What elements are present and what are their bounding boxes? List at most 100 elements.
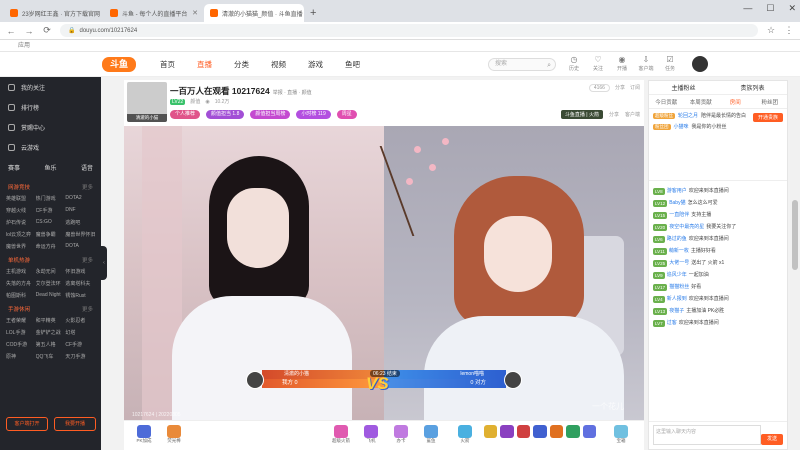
chat-username[interactable]: 一直陪伴 [669, 212, 689, 219]
nav-video[interactable]: 视频 [271, 59, 286, 70]
user-avatar[interactable] [692, 56, 708, 72]
send-button[interactable]: 发送 [761, 434, 783, 445]
nav-game[interactable]: 游戏 [308, 59, 323, 70]
sidebar-item-match[interactable]: 赛事 [8, 163, 20, 172]
game-link[interactable]: DOTA [65, 243, 95, 250]
minimize-icon[interactable]: — [743, 3, 752, 14]
tab-today[interactable]: 今日贡献 [649, 98, 684, 106]
sidebar-item-cloudgame[interactable]: 云游戏 [0, 137, 101, 157]
game-link[interactable]: 天刀手游 [65, 353, 95, 360]
chat-username[interactable]: 游客用户 [667, 188, 687, 195]
share-link[interactable]: 分享 [615, 84, 625, 92]
chat-username[interactable]: 夜空中最亮的星 [669, 224, 704, 231]
broadcast-button[interactable]: ◉ 开播 [614, 55, 630, 72]
nav-category[interactable]: 分类 [234, 59, 249, 70]
game-link[interactable]: 幻塔 [65, 329, 95, 336]
follow-button[interactable]: ♡ 关注 [590, 55, 606, 72]
video-player[interactable]: 一个花儿 10217624 | 20220305 清澈的小猫 lemon喵喵 我… [124, 126, 644, 420]
sidebar-item-voice[interactable]: 语音 [81, 163, 93, 172]
game-link[interactable]: COD手游 [6, 341, 36, 348]
more-link[interactable]: 更多 [82, 183, 93, 191]
game-link[interactable]: 命运方舟 [36, 243, 66, 250]
game-link[interactable]: 王者荣耀 [6, 317, 36, 324]
rank-row[interactable]: 粉丝团 小猫咪 我是你的小粉丝 [653, 123, 783, 130]
new-tab-button[interactable]: + [304, 4, 322, 22]
sidebar-item-follow[interactable]: 我的关注 [0, 77, 101, 97]
tab-host-fans[interactable]: 主播粉丝 [649, 83, 718, 92]
chat-username[interactable]: 猫猫粉丝 [669, 284, 689, 291]
chat-username[interactable]: 过客 [667, 320, 677, 327]
chat-username[interactable]: 新人报到 [667, 296, 687, 303]
tab-week[interactable]: 本周贡献 [684, 98, 719, 106]
game-link[interactable]: 魔兽争霸 [36, 231, 66, 238]
task-button[interactable]: ☑ 任务 [662, 55, 678, 72]
room-category[interactable]: 颜值 [190, 98, 200, 105]
nav-yuba[interactable]: 鱼吧 [345, 59, 360, 70]
room-tag[interactable]: 个人推荐 [170, 110, 201, 119]
gift-item[interactable]: 飞机 [360, 425, 382, 447]
tab-room[interactable]: 房间 [718, 98, 753, 106]
game-link[interactable]: LOL手游 [6, 329, 36, 336]
game-link[interactable]: 帕图斯科 [6, 292, 36, 299]
game-link[interactable]: 逃离塔科夫 [65, 280, 95, 287]
gift-item[interactable]: 办卡 [390, 425, 412, 447]
url-field[interactable]: 🔒 douyu.com/10217624 [60, 24, 758, 37]
game-link[interactable]: 怀旧游戏 [65, 268, 95, 275]
chat-username[interactable]: 大佬一号 [669, 260, 689, 267]
game-link[interactable]: Dead Night [36, 292, 66, 299]
room-tag[interactable]: 颜值担当周榜 [250, 110, 291, 119]
room-tag[interactable]: 周星 [336, 110, 357, 119]
game-link[interactable]: CF手游 [65, 341, 95, 348]
reload-icon[interactable]: ⟳ [42, 25, 52, 36]
game-link[interactable]: 第五人格 [36, 341, 66, 348]
nav-live[interactable]: 直播 [197, 59, 212, 70]
search-icon[interactable]: ⌕ [547, 60, 551, 71]
tab-fanclub[interactable]: 粉丝团 [753, 98, 788, 106]
game-link[interactable]: DNF [65, 207, 95, 214]
gift-item[interactable]: 鲨鱼 [420, 425, 442, 447]
game-link[interactable]: 逃跑吧 [65, 219, 95, 226]
share-button[interactable]: 分享 [609, 111, 619, 118]
open-client-button[interactable]: 客户端打开 [6, 417, 48, 431]
back-icon[interactable]: ← [6, 26, 16, 36]
browser-tab[interactable]: 23岁网红王鑫 · 官方下载官网✕ [4, 4, 104, 22]
maximize-icon[interactable]: ☐ [766, 3, 774, 14]
event-banner[interactable]: 斗鱼直播 | 火箭 [560, 110, 603, 119]
more-link[interactable]: 更多 [82, 256, 93, 264]
game-link[interactable]: 和平精英 [36, 317, 66, 324]
close-window-icon[interactable]: ✕ [788, 3, 796, 14]
forward-icon[interactable]: → [24, 26, 34, 36]
chat-username[interactable]: 追风少年 [667, 272, 687, 279]
scroll-thumb[interactable] [792, 200, 798, 270]
open-noble-button[interactable]: 开通贵族 [752, 113, 783, 122]
game-link[interactable]: 穿越火线 [6, 207, 36, 214]
room-tag[interactable]: 小时榜 119 [296, 110, 331, 119]
pk-right-avatar[interactable] [504, 371, 522, 389]
host-avatar[interactable]: 清澈的小猫 [127, 82, 167, 122]
game-link[interactable]: 锈蚀Rust [65, 292, 95, 299]
star-icon[interactable]: ☆ [766, 25, 776, 36]
game-link[interactable]: CS:GO [36, 219, 66, 226]
chat-username[interactable]: 夜猫子 [669, 308, 684, 315]
sidebar-item-reward[interactable]: 赏赐中心 [0, 117, 101, 137]
game-link[interactable]: 主机游戏 [6, 268, 36, 275]
game-link[interactable]: 艾尔登法环 [36, 280, 66, 287]
menu-icon[interactable]: ⋮ [784, 25, 794, 36]
game-link[interactable]: 火影忍者 [65, 317, 95, 324]
browser-tab-active[interactable]: 清澈的小猫猫_颜值 · 斗鱼直播✕ [204, 4, 304, 22]
nav-home[interactable]: 首页 [160, 59, 175, 70]
subscribe-link[interactable]: 订阅 [630, 84, 640, 92]
client-link[interactable]: 客户端 [625, 111, 640, 118]
gift-item[interactable]: 超级火箭 [330, 425, 352, 447]
gift-strip[interactable] [484, 425, 596, 447]
search-input[interactable]: 搜索 ⌕ [488, 58, 556, 71]
douyu-logo[interactable]: 斗鱼 [102, 57, 136, 72]
chat-username[interactable]: Baby猫 [669, 200, 685, 207]
gift-item[interactable]: 火箭 [454, 425, 476, 447]
sidebar-item-rank[interactable]: 排行榜 [0, 97, 101, 117]
game-link[interactable]: CF手游 [36, 207, 66, 214]
chat-input[interactable]: 这里输入聊天内容 [653, 425, 761, 445]
game-link[interactable]: lol云顶之弈 [6, 231, 36, 238]
pk-left-avatar[interactable] [246, 371, 264, 389]
chat-username[interactable]: 路过的鱼 [667, 236, 687, 243]
